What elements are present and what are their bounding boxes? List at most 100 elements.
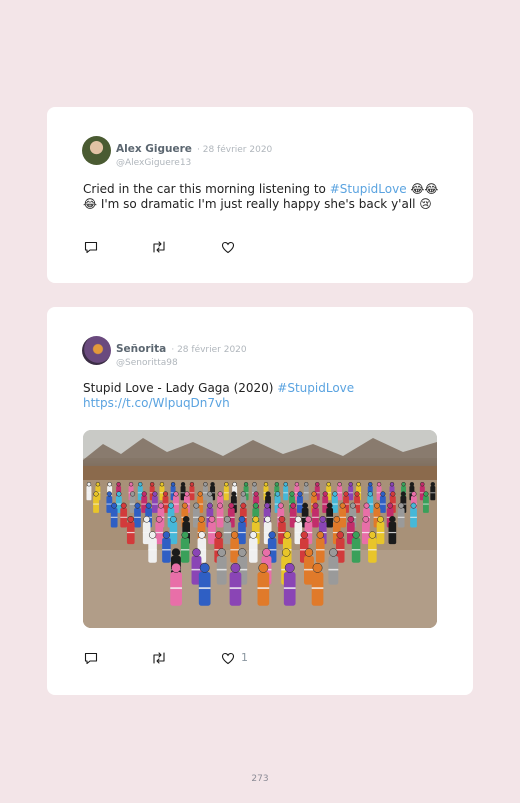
hero-helmet (95, 482, 101, 487)
hashtag-link[interactable]: #StupidLove (277, 381, 354, 395)
hero-helmet (356, 482, 361, 487)
hero-belt (229, 587, 242, 590)
retweet-icon[interactable] (150, 239, 168, 255)
author-handle[interactable]: @Senoritta98 (116, 358, 247, 368)
hero-helmet (316, 531, 324, 539)
hero-belt (283, 492, 289, 494)
tweet-actions: 1 (83, 650, 283, 666)
hero-belt (120, 516, 128, 518)
hero-helmet (228, 502, 235, 509)
hero-helmet (303, 482, 309, 487)
hero-helmet (197, 491, 203, 497)
hero-helmet (304, 548, 314, 557)
hero-belt (331, 503, 338, 505)
hero-belt (316, 549, 325, 551)
hero-helmet (116, 482, 121, 487)
hero-helmet (300, 531, 308, 539)
hashtag-link[interactable]: #StupidLove (330, 182, 407, 196)
hero-belt (422, 503, 429, 505)
author-handle[interactable]: @AlexGiguere13 (116, 158, 272, 168)
retweet-icon[interactable] (150, 650, 168, 666)
hero-helmet (302, 502, 309, 509)
hero-helmet (252, 515, 260, 523)
author-name[interactable]: Señorita (116, 343, 166, 355)
hero-helmet (252, 482, 257, 487)
hero-helmet (170, 515, 177, 523)
hero-belt (223, 492, 229, 494)
reply-icon[interactable] (83, 650, 99, 666)
hero-helmet (143, 515, 150, 523)
hero-helmet (252, 502, 259, 509)
like-count: 1 (241, 651, 248, 664)
tweet-link[interactable]: https://t.co/WlpuqDn7vh (83, 396, 443, 411)
hero-belt (335, 549, 345, 551)
hero-helmet (120, 502, 127, 509)
hero-helmet (390, 491, 396, 497)
hero-helmet (362, 515, 370, 523)
hero-helmet (249, 531, 257, 539)
hero-belt (126, 531, 135, 534)
hero-helmet (93, 491, 99, 497)
hero-helmet (367, 491, 373, 497)
hero-belt (110, 516, 118, 518)
heart-icon[interactable] (220, 650, 236, 666)
hero-belt (216, 568, 227, 571)
hero-helmet (106, 491, 112, 497)
hero-helmet (206, 502, 213, 509)
hero-helmet (368, 531, 377, 539)
avatar[interactable] (82, 336, 111, 365)
hero-belt (304, 568, 314, 571)
hero-helmet (283, 531, 291, 539)
hero-helmet (400, 491, 406, 497)
hero-belt (106, 503, 113, 505)
hero-helmet (152, 491, 158, 497)
hero-belt (311, 587, 324, 590)
hero-belt (202, 492, 208, 494)
hero-helmet (240, 491, 246, 497)
hero-belt (326, 516, 334, 518)
hero-belt (297, 503, 303, 505)
author-block: Alex Giguere · 28 février 2020 @AlexGigu… (116, 137, 272, 168)
hero-helmet (278, 515, 286, 523)
hero-helmet (274, 491, 281, 497)
hero-helmet (420, 482, 425, 487)
hero-belt (249, 549, 258, 551)
hero-belt (351, 549, 361, 551)
hero-helmet (265, 491, 271, 497)
tweet-text: Cried in the car this morning listening … (83, 182, 443, 212)
hero-helmet (290, 502, 297, 509)
hero-belt (180, 549, 190, 551)
hero-belt (162, 549, 171, 551)
hero-helmet (207, 491, 213, 497)
hero-helmet (336, 531, 344, 539)
tweet-text-part: Stupid Love - Lady Gaga (2020) (83, 381, 278, 395)
author-name[interactable]: Alex Giguere (116, 143, 192, 155)
hero-belt (388, 531, 397, 534)
avatar[interactable] (82, 136, 111, 165)
hero-helmet (224, 515, 231, 523)
hero-helmet (295, 515, 302, 523)
hero-helmet (173, 491, 179, 497)
hero-helmet (181, 531, 189, 539)
hero-helmet (326, 502, 333, 509)
hero-helmet (253, 491, 259, 497)
hero-helmet (281, 548, 291, 557)
hero-helmet (332, 491, 338, 497)
reply-icon[interactable] (83, 239, 99, 255)
hero-helmet (264, 515, 272, 523)
hero-helmet (258, 562, 269, 573)
heart-icon[interactable] (220, 239, 236, 255)
hero-helmet (238, 515, 246, 523)
hero-helmet (354, 491, 360, 497)
hero-helmet (128, 482, 134, 487)
hero-belt (155, 531, 164, 534)
hero-helmet (203, 482, 208, 487)
hero-helmet (377, 515, 384, 523)
hero-helmet (368, 482, 373, 487)
hero-helmet (238, 548, 247, 557)
hero-helmet (224, 482, 229, 487)
hero-belt (148, 549, 157, 551)
hero-helmet (363, 502, 370, 509)
hero-helmet (198, 515, 205, 523)
tweet-photo[interactable] (83, 430, 437, 628)
